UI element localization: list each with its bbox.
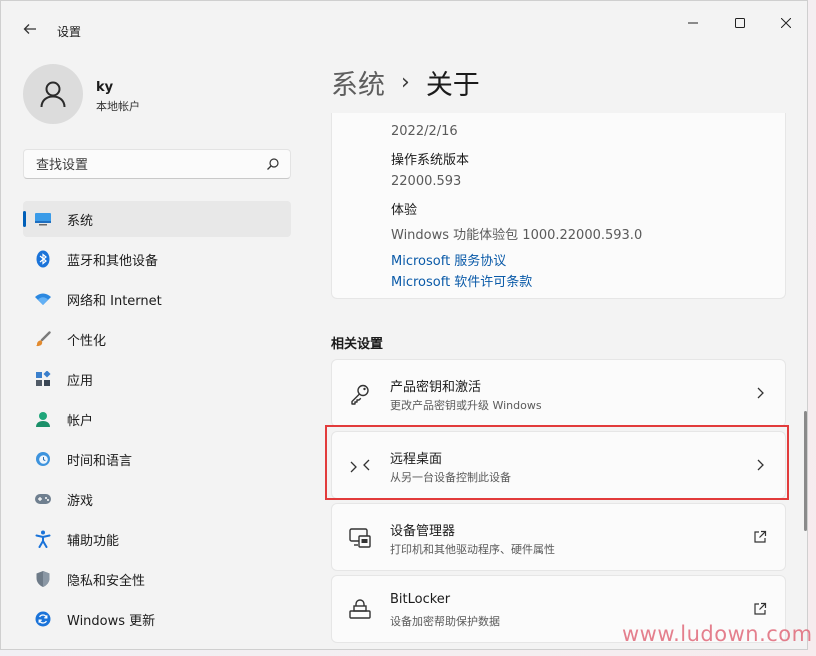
card-title: BitLocker <box>390 592 451 607</box>
watermark: www.ludown.com <box>622 622 813 646</box>
account-icon <box>34 410 52 428</box>
search-icon[interactable] <box>266 157 280 171</box>
arrow-left-icon <box>23 24 36 34</box>
remote-desktop-card[interactable]: 远程桌面 从另一台设备控制此设备 <box>331 431 786 499</box>
update-icon <box>34 610 52 628</box>
sidebar-item-label: 隐私和安全性 <box>67 573 146 589</box>
card-subtitle: 打印机和其他驱动程序、硬件属性 <box>390 543 555 556</box>
user-name: ky <box>96 80 114 95</box>
sidebar-item-label: 个性化 <box>67 333 107 349</box>
device-manager-icon <box>349 528 371 548</box>
scrollbar-thumb[interactable] <box>804 411 807 531</box>
chevron-right-icon <box>757 387 764 399</box>
chevron-right-icon <box>757 459 764 471</box>
maximize-button[interactable] <box>717 9 763 37</box>
card-subtitle: 从另一台设备控制此设备 <box>390 471 511 484</box>
sidebar-item-label: 辅助功能 <box>67 533 120 549</box>
apps-icon <box>34 370 52 388</box>
shield-icon <box>34 570 52 588</box>
os-build-label: 操作系统版本 <box>391 153 470 168</box>
sidebar-item-label: 蓝牙和其他设备 <box>67 253 159 269</box>
accessibility-icon <box>34 530 52 548</box>
breadcrumb: 系统 › 关于 <box>331 63 480 102</box>
minimize-button[interactable] <box>670 9 716 37</box>
remote-desktop-icon <box>350 459 370 473</box>
sidebar-item-bluetooth[interactable]: 蓝牙和其他设备 <box>23 241 291 277</box>
close-button[interactable] <box>763 9 807 37</box>
sidebar-item-system[interactable]: 系统 <box>23 201 291 237</box>
device-manager-card[interactable]: 设备管理器 打印机和其他驱动程序、硬件属性 <box>331 503 786 571</box>
key-icon <box>351 384 369 405</box>
sidebar-item-label: 时间和语言 <box>67 453 133 469</box>
wifi-icon <box>34 290 52 308</box>
page-title: 关于 <box>425 70 480 101</box>
sidebar-item-personalization[interactable]: 个性化 <box>23 321 291 357</box>
sidebar-nav: 系统 蓝牙和其他设备 网络和 Internet 个性化 应用 帐户 时间和语言 … <box>23 201 291 641</box>
search-input[interactable] <box>34 155 258 175</box>
sidebar-item-apps[interactable]: 应用 <box>23 361 291 397</box>
sidebar-item-label: 系统 <box>67 213 94 229</box>
card-title: 远程桌面 <box>390 452 443 467</box>
bitlocker-icon <box>349 599 371 619</box>
experience-label: 体验 <box>391 203 418 218</box>
sidebar-item-windows-update[interactable]: Windows 更新 <box>23 601 291 637</box>
related-settings-heading: 相关设置 <box>331 337 384 352</box>
windows-spec-card: 2022/2/16 操作系统版本 22000.593 体验 Windows 功能… <box>331 113 786 299</box>
sidebar-item-label: 帐户 <box>67 413 94 429</box>
card-title: 产品密钥和激活 <box>390 380 482 395</box>
bluetooth-icon <box>34 250 52 268</box>
os-build-value: 22000.593 <box>391 174 462 189</box>
breadcrumb-separator: › <box>401 70 410 95</box>
sidebar-item-accounts[interactable]: 帐户 <box>23 401 291 437</box>
card-title: 设备管理器 <box>390 524 456 539</box>
maximize-icon <box>735 18 745 28</box>
gamepad-icon <box>34 490 52 508</box>
scrollbar-track[interactable] <box>801 113 807 649</box>
external-link-icon <box>754 530 767 543</box>
brush-icon <box>34 330 52 348</box>
sidebar-item-time-language[interactable]: 时间和语言 <box>23 441 291 477</box>
external-link-icon <box>754 602 767 615</box>
microsoft-license-terms-link[interactable]: Microsoft 软件许可条款 <box>391 271 532 290</box>
sidebar-item-privacy[interactable]: 隐私和安全性 <box>23 561 291 597</box>
system-display-icon <box>34 210 52 228</box>
sidebar-item-network[interactable]: 网络和 Internet <box>23 281 291 317</box>
microsoft-services-agreement-link[interactable]: Microsoft 服务协议 <box>391 250 506 269</box>
card-subtitle: 设备加密帮助保护数据 <box>390 615 500 628</box>
close-icon <box>781 18 791 28</box>
sidebar-item-gaming[interactable]: 游戏 <box>23 481 291 517</box>
experience-value: Windows 功能体验包 1000.22000.593.0 <box>391 228 643 243</box>
back-button[interactable] <box>23 21 41 41</box>
user-account-type: 本地帐户 <box>96 100 140 113</box>
install-date-value: 2022/2/16 <box>391 124 458 139</box>
breadcrumb-parent[interactable]: 系统 <box>331 63 385 102</box>
card-subtitle: 更改产品密钥或升级 Windows <box>390 399 542 412</box>
settings-window: 设置 ky 本地帐户 系统 蓝牙和其他设备 <box>0 0 808 650</box>
avatar[interactable] <box>23 64 83 124</box>
sidebar-item-label: 游戏 <box>67 493 94 509</box>
minimize-icon <box>688 22 698 24</box>
sidebar-item-label: 网络和 Internet <box>67 293 162 309</box>
sidebar-item-label: 应用 <box>67 373 94 389</box>
clock-globe-icon <box>34 450 52 468</box>
sidebar-item-accessibility[interactable]: 辅助功能 <box>23 521 291 557</box>
search-box[interactable] <box>23 149 291 179</box>
app-title: 设置 <box>57 25 82 39</box>
sidebar-item-label: Windows 更新 <box>67 613 156 629</box>
product-key-activation-card[interactable]: 产品密钥和激活 更改产品密钥或升级 Windows <box>331 359 786 427</box>
person-icon <box>40 81 66 108</box>
